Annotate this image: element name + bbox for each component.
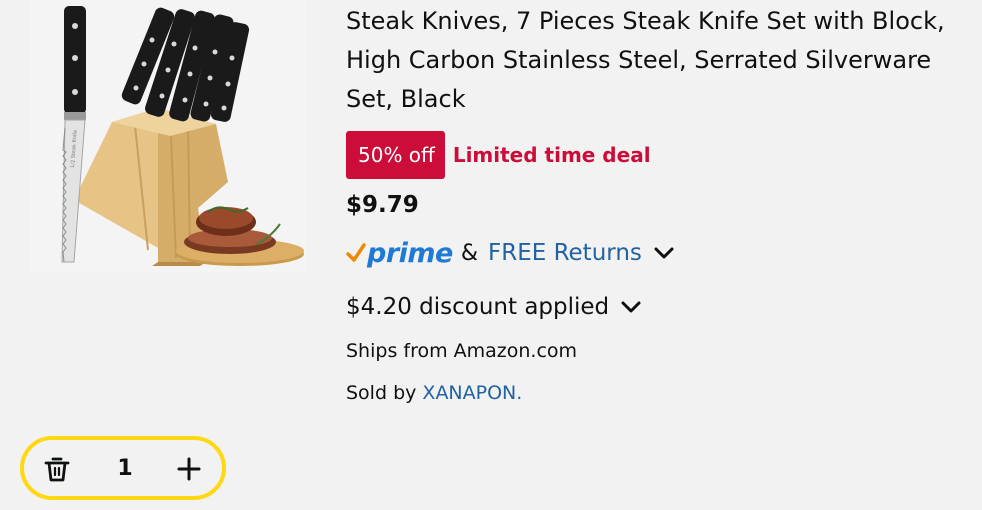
price: $9.79 (346, 192, 419, 218)
returns-chevron-button[interactable] (652, 245, 676, 261)
product-title[interactable]: Steak Knives, 7 Pieces Steak Knife Set w… (346, 2, 978, 119)
seller-link[interactable]: XANAPON. (422, 382, 522, 404)
quantity-value: 1 (117, 456, 133, 481)
ships-from: Ships from Amazon.com (346, 340, 578, 362)
prime-logo: prime (346, 238, 453, 269)
ampersand: & (460, 240, 478, 266)
deal-label: Limited time deal (452, 143, 651, 167)
delete-item-button[interactable] (42, 454, 72, 484)
knife-set-illustration: 1/2 Steak Knife (61, 6, 304, 266)
prime-wordmark: prime (367, 237, 453, 269)
sold-by: Sold by XANAPON. (346, 382, 522, 404)
discount-badge: 50% off (346, 131, 445, 179)
prime-check-icon (346, 243, 366, 262)
discount-applied-label: $4.20 discount applied (346, 294, 610, 320)
chevron-down-icon (621, 301, 641, 313)
deal-row: 50% off Limited time deal (346, 131, 651, 179)
trash-icon (44, 457, 70, 482)
discount-chevron-button[interactable] (619, 299, 643, 315)
chevron-down-icon (654, 247, 674, 259)
discount-row[interactable]: $4.20 discount applied (346, 290, 643, 324)
product-image[interactable]: 1/2 Steak Knife (30, 0, 306, 272)
sold-by-label: Sold by (346, 382, 423, 404)
quantity-stepper[interactable]: 1 (20, 436, 226, 500)
plus-icon (177, 457, 201, 481)
increase-quantity-button[interactable] (174, 454, 204, 484)
prime-row: prime & FREE Returns (346, 233, 676, 273)
free-returns-link[interactable]: FREE Returns (488, 240, 642, 266)
